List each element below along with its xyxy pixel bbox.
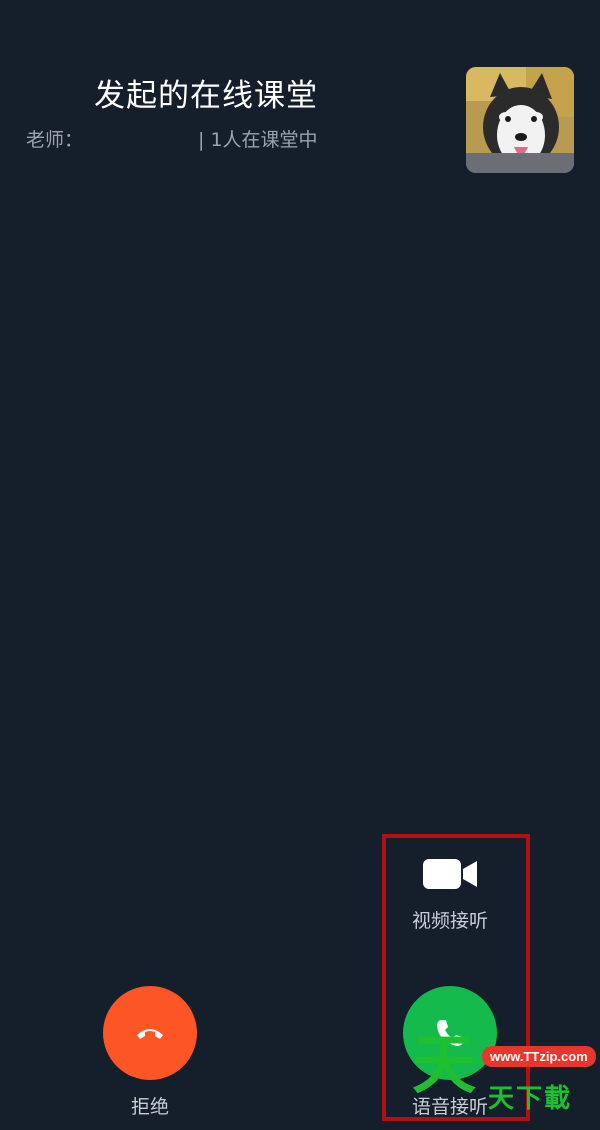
voice-answer-button[interactable] xyxy=(403,986,497,1080)
attendance-count: | 1人在课堂中 xyxy=(198,129,318,151)
reject-label: 拒绝 xyxy=(130,1096,169,1118)
video-answer-button[interactable] xyxy=(418,852,482,896)
class-title: 发起的在线课堂 xyxy=(94,78,318,114)
teacher-label: 老师： xyxy=(26,129,84,151)
hang-up-phone-icon xyxy=(137,1029,163,1039)
video-camera-icon xyxy=(423,859,477,889)
video-answer-label: 视频接听 xyxy=(411,910,488,932)
voice-answer-label: 语音接听 xyxy=(411,1096,488,1118)
reject-button[interactable] xyxy=(103,986,197,1080)
caller-avatar xyxy=(466,67,574,173)
dog-avatar-icon xyxy=(466,67,574,173)
phone-icon xyxy=(437,1020,463,1046)
